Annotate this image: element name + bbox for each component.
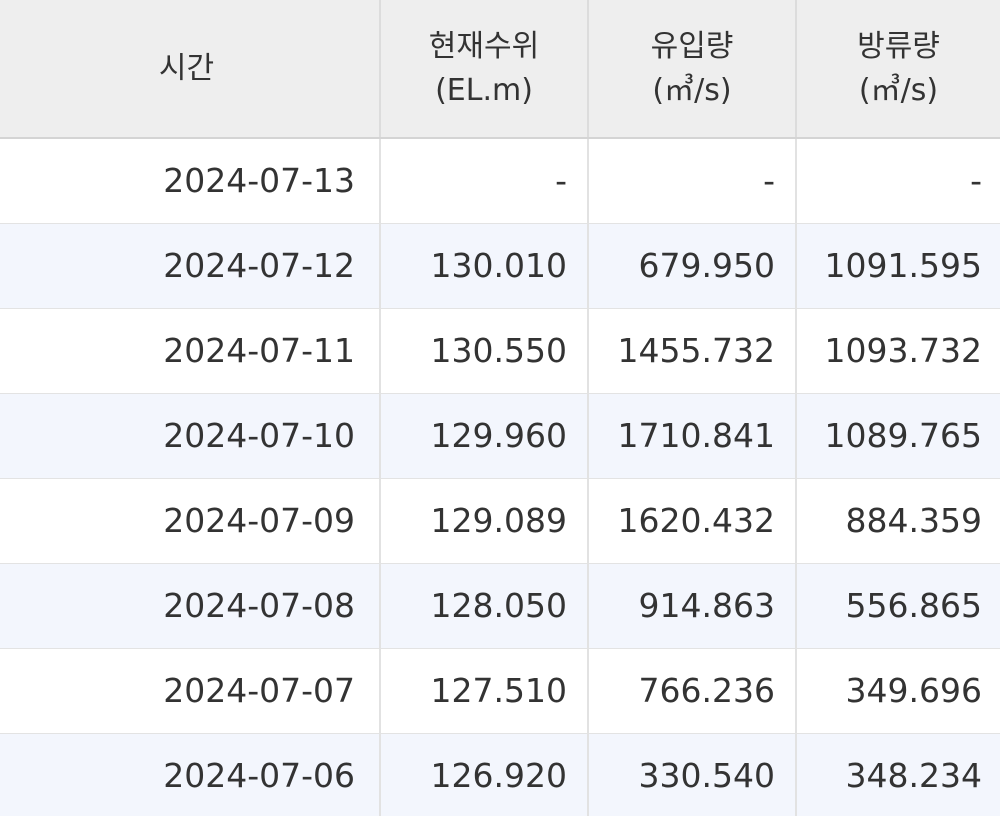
cell-water-level: - — [380, 138, 589, 224]
table-row: 2024-07-11 130.550 1455.732 1093.732 — [0, 308, 1000, 394]
cell-inflow: 1455.732 — [588, 308, 797, 394]
table-row: 2024-07-09 129.089 1620.432 884.359 — [0, 478, 1000, 564]
table-row: 2024-07-06 126.920 330.540 348.234 — [0, 733, 1000, 816]
cell-inflow: 766.236 — [588, 648, 797, 734]
cell-outflow: 1089.765 — [796, 393, 1000, 479]
cell-time: 2024-07-11 — [0, 308, 381, 394]
cell-time: 2024-07-12 — [0, 223, 381, 309]
cell-outflow: 348.234 — [796, 733, 1000, 816]
table-row: 2024-07-08 128.050 914.863 556.865 — [0, 563, 1000, 649]
cell-water-level: 127.510 — [380, 648, 589, 734]
cell-water-level: 129.089 — [380, 478, 589, 564]
header-time-label: 시간 — [158, 50, 215, 86]
header-time[interactable]: 시간 — [0, 0, 381, 139]
header-row: 시간 현재수위 (EL.m) 유입량 (㎥/s) 방류량 (㎥/s) — [0, 0, 1000, 139]
cell-inflow: 1620.432 — [588, 478, 797, 564]
cell-outflow: 349.696 — [796, 648, 1000, 734]
cell-outflow: 556.865 — [796, 563, 1000, 649]
cell-water-level: 130.550 — [380, 308, 589, 394]
cell-time: 2024-07-13 — [0, 138, 381, 224]
header-outflow[interactable]: 방류량 (㎥/s) — [796, 0, 1000, 139]
cell-time: 2024-07-07 — [0, 648, 381, 734]
table-body: 2024-07-13 - - - 2024-07-12 130.010 679.… — [0, 138, 1000, 816]
cell-outflow: 1093.732 — [796, 308, 1000, 394]
table-row: 2024-07-10 129.960 1710.841 1089.765 — [0, 393, 1000, 479]
cell-time: 2024-07-06 — [0, 733, 381, 816]
cell-outflow: 884.359 — [796, 478, 1000, 564]
header-water-level-unit: (EL.m) — [435, 72, 533, 108]
cell-water-level: 126.920 — [380, 733, 589, 816]
header-water-level-label: 현재수위 — [428, 28, 540, 64]
cell-inflow: 914.863 — [588, 563, 797, 649]
header-inflow-unit: (㎥/s) — [652, 72, 732, 108]
header-outflow-unit: (㎥/s) — [858, 72, 939, 108]
cell-inflow: 330.540 — [588, 733, 797, 816]
table-row: 2024-07-07 127.510 766.236 349.696 — [0, 648, 1000, 734]
cell-inflow: 679.950 — [588, 223, 797, 309]
cell-time: 2024-07-09 — [0, 478, 381, 564]
cell-time: 2024-07-08 — [0, 563, 381, 649]
cell-inflow: 1710.841 — [588, 393, 797, 479]
dam-data-table: 시간 현재수위 (EL.m) 유입량 (㎥/s) 방류량 (㎥/s) 2024-… — [0, 0, 1000, 816]
cell-water-level: 130.010 — [380, 223, 589, 309]
table-header: 시간 현재수위 (EL.m) 유입량 (㎥/s) 방류량 (㎥/s) — [0, 0, 1000, 139]
cell-time: 2024-07-10 — [0, 393, 381, 479]
cell-outflow: 1091.595 — [796, 223, 1000, 309]
header-inflow[interactable]: 유입량 (㎥/s) — [588, 0, 797, 139]
cell-water-level: 128.050 — [380, 563, 589, 649]
cell-outflow: - — [796, 138, 1000, 224]
header-water-level[interactable]: 현재수위 (EL.m) — [380, 0, 589, 139]
header-outflow-label: 방류량 — [857, 28, 940, 64]
cell-inflow: - — [588, 138, 797, 224]
cell-water-level: 129.960 — [380, 393, 589, 479]
header-inflow-label: 유입량 — [650, 28, 734, 64]
table-row: 2024-07-13 - - - — [0, 138, 1000, 224]
table-row: 2024-07-12 130.010 679.950 1091.595 — [0, 223, 1000, 309]
